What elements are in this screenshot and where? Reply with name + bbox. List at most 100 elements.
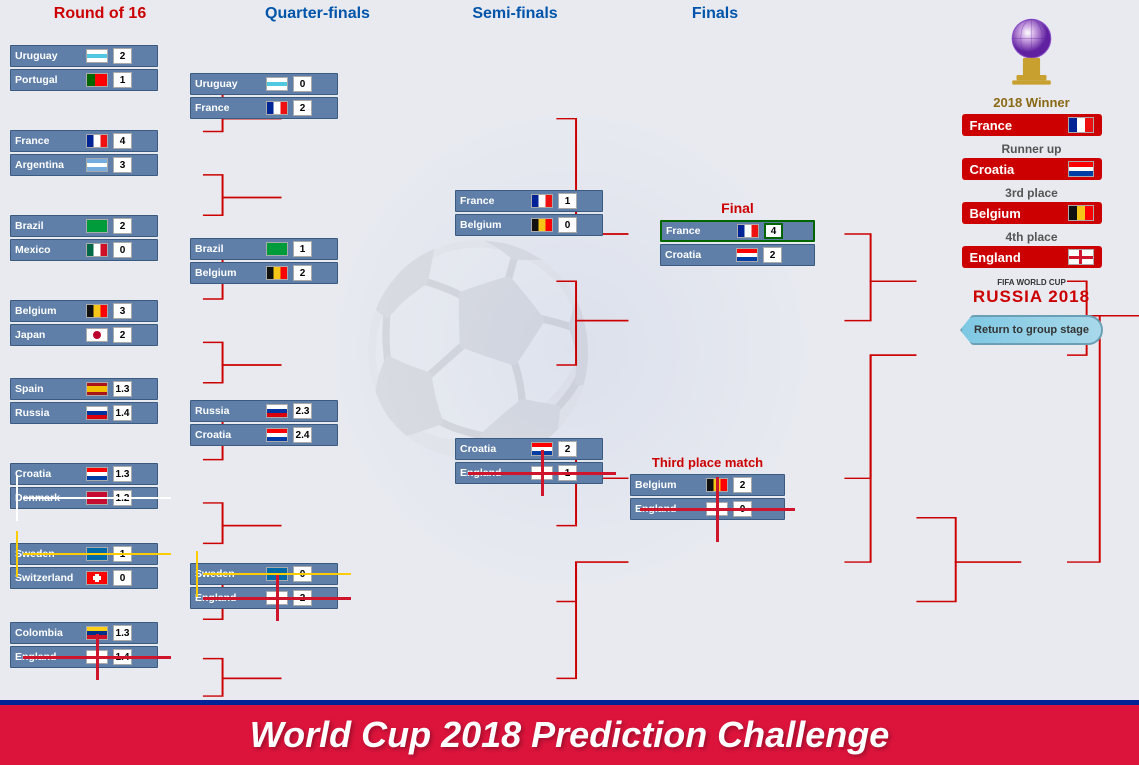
flag-france-sf — [531, 194, 553, 208]
flag-mexico — [86, 243, 108, 257]
fourth-place-label: 4th place — [1005, 230, 1057, 244]
flag-belgium-3rd-panel — [1068, 205, 1094, 221]
team-name: Spain — [15, 383, 83, 395]
third-place-label: 3rd place — [1005, 186, 1058, 200]
r16-match-3: Brazil 2 Mexico 0 — [10, 215, 158, 261]
team-name: Belgium — [15, 305, 83, 317]
final-label: Final France 4 Croatia 2 — [660, 200, 815, 266]
score: 2.4 — [293, 427, 312, 443]
sf-row-france[interactable]: France 1 — [455, 190, 603, 212]
score: 3 — [113, 157, 132, 173]
r16-row-argentina[interactable]: Argentina 3 — [10, 154, 158, 176]
qf-row-brazil[interactable]: Brazil 1 — [190, 238, 338, 260]
qf-row-belgium[interactable]: Belgium 2 — [190, 262, 338, 284]
final-row-croatia[interactable]: Croatia 2 — [660, 244, 815, 266]
r16-row-japan[interactable]: Japan 2 — [10, 324, 158, 346]
r16-row-brazil[interactable]: Brazil 2 — [10, 215, 158, 237]
return-btn-label[interactable]: Return to group stage — [960, 315, 1103, 345]
team-name: France — [15, 135, 83, 147]
score: 0 — [113, 570, 132, 586]
r16-row-colombia[interactable]: Colombia 1.3 — [10, 622, 158, 644]
flag-uruguay-qf — [266, 77, 288, 91]
r16-match-6: Croatia 1.3 Denmark 1.2 — [10, 463, 158, 509]
r16-row-france[interactable]: France 4 — [10, 130, 158, 152]
flag-england-r16 — [86, 650, 108, 664]
sf-row-belgium[interactable]: Belgium 0 — [455, 214, 603, 236]
r16-match-5: Spain 1.3 Russia 1.4 — [10, 378, 158, 424]
score: 2 — [113, 48, 132, 64]
r16-row-russia[interactable]: Russia 1.4 — [10, 402, 158, 424]
flag-argentina — [86, 158, 108, 172]
final-row-france[interactable]: France 4 — [660, 220, 815, 242]
flag-england-qf — [266, 591, 288, 605]
team-name: Portugal — [15, 74, 83, 86]
qf-row-england[interactable]: England 2 — [190, 587, 338, 609]
flag-croatia-final — [736, 248, 758, 262]
qf-row-russia[interactable]: Russia 2.3 — [190, 400, 338, 422]
flag-sweden — [86, 547, 108, 561]
qf-row-uruguay[interactable]: Uruguay 0 — [190, 73, 338, 95]
score: 0 — [293, 76, 312, 92]
runner-up-team-croatia: Croatia — [970, 162, 1068, 177]
footer: World Cup 2018 Prediction Challenge — [0, 700, 1139, 765]
sf-row-england[interactable]: England 1 — [455, 462, 603, 484]
score: 2 — [293, 265, 312, 281]
team-name: Brazil — [15, 220, 83, 232]
score: 1.4 — [113, 405, 132, 421]
team-name: Belgium — [195, 267, 263, 279]
team-name: Japan — [15, 329, 83, 341]
score: 2 — [558, 441, 577, 457]
fourth-place-row-england: England — [962, 246, 1102, 268]
r16-row-denmark[interactable]: Denmark 1.2 — [10, 487, 158, 509]
r16-match-7: Sweden 1 Switzerland 0 — [10, 543, 158, 589]
return-button[interactable]: Return to group stage — [960, 315, 1103, 345]
team-name: Uruguay — [195, 78, 263, 90]
team-name: Uruguay — [15, 50, 83, 62]
third-place-section: Third place match Belgium 2 England 0 — [630, 455, 785, 520]
qf-row-sweden[interactable]: Sweden 0 — [190, 563, 338, 585]
third-row-england[interactable]: England 0 — [630, 498, 785, 520]
header-qf: Quarter-finals — [220, 5, 415, 23]
flag-france-qf — [266, 101, 288, 115]
header-sf: Semi-finals — [435, 5, 595, 23]
flag-switzerland — [86, 571, 108, 585]
flag-russia-qf — [266, 404, 288, 418]
score: 1.3 — [113, 466, 132, 482]
third-row-belgium[interactable]: Belgium 2 — [630, 474, 785, 496]
r16-row-croatia[interactable]: Croatia 1.3 — [10, 463, 158, 485]
score: 2 — [763, 247, 782, 263]
qf-match-2: Brazil 1 Belgium 2 — [190, 238, 338, 284]
score: 1.3 — [113, 381, 132, 397]
r16-row-portugal[interactable]: Portugal 1 — [10, 69, 158, 91]
team-name: Russia — [195, 405, 263, 417]
r16-row-mexico[interactable]: Mexico 0 — [10, 239, 158, 261]
r16-row-switzerland[interactable]: Switzerland 0 — [10, 567, 158, 589]
flag-france — [86, 134, 108, 148]
flag-portugal — [86, 73, 108, 87]
r16-row-uruguay[interactable]: Uruguay 2 — [10, 45, 158, 67]
team-name: Belgium — [635, 479, 703, 491]
qf-row-croatia[interactable]: Croatia 2.4 — [190, 424, 338, 446]
r16-row-sweden[interactable]: Sweden 1 — [10, 543, 158, 565]
r16-row-belgium[interactable]: Belgium 3 — [10, 300, 158, 322]
score: 1 — [293, 241, 312, 257]
r16-row-spain[interactable]: Spain 1.3 — [10, 378, 158, 400]
score: 4 — [113, 133, 132, 149]
flag-croatia — [86, 467, 108, 481]
main-container: ⚽ Round of 16 Quarter-finals Semi-finals… — [0, 0, 1139, 765]
score: 3 — [113, 303, 132, 319]
flag-england-sf — [531, 466, 553, 480]
sf-row-croatia[interactable]: Croatia 2 — [455, 438, 603, 460]
team-name: France — [666, 225, 734, 237]
sf-match-1: France 1 Belgium 0 — [455, 190, 603, 236]
right-panel: 2018 Winner France Runner up Croatia 3rd… — [929, 15, 1134, 345]
flag-spain — [86, 382, 108, 396]
score: 1 — [558, 193, 577, 209]
r16-row-england[interactable]: England 1.4 — [10, 646, 158, 668]
team-name: Argentina — [15, 159, 83, 171]
r16-match-8: Colombia 1.3 England 1.4 — [10, 622, 158, 668]
flag-england-4th-panel — [1068, 249, 1094, 265]
qf-row-france[interactable]: France 2 — [190, 97, 338, 119]
flag-uruguay — [86, 49, 108, 63]
qf-match-1: Uruguay 0 France 2 — [190, 73, 338, 119]
